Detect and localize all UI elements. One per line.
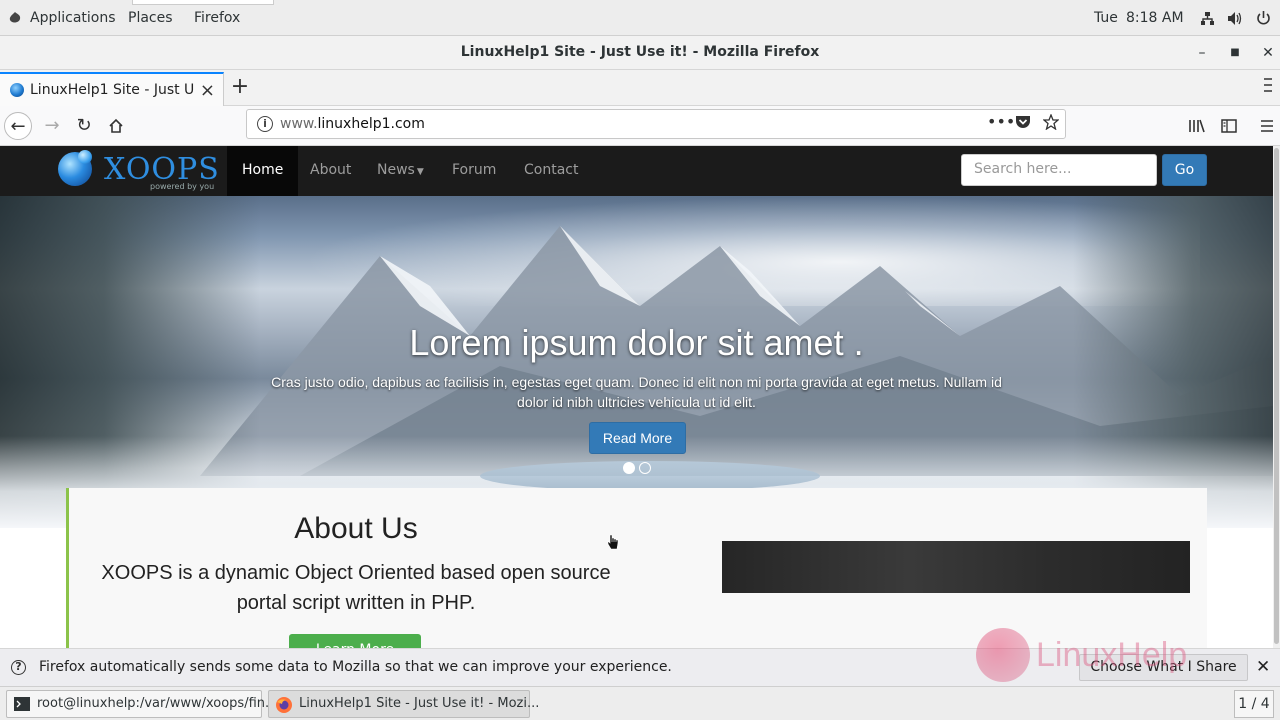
tab-title: LinuxHelp1 Site - Just Use it! (30, 82, 195, 98)
browser-tab[interactable]: LinuxHelp1 Site - Just Use it! × (0, 72, 224, 106)
nav-news-label: News (377, 162, 415, 178)
volume-icon[interactable] (1227, 11, 1243, 30)
maximize-icon[interactable]: ■ (1226, 44, 1244, 62)
terminal-icon (13, 696, 31, 712)
nav-toolbar: ← → ↻ i www.linuxhelp1.com ••• (0, 106, 1280, 146)
active-window-indicator (132, 0, 274, 5)
site-favicon-icon (10, 83, 24, 97)
carousel-dot-1[interactable] (623, 462, 635, 474)
nav-news[interactable]: News ▼ (377, 146, 424, 196)
site-search-input[interactable]: Search here... (961, 154, 1157, 186)
gnome-top-bar: Applications Places Firefox Tue 8:18 AM (0, 0, 1280, 36)
about-title: About Us (294, 512, 418, 545)
hand-cursor-icon (607, 534, 619, 550)
about-text: XOOPS is a dynamic Object Oriented based… (101, 562, 611, 614)
nav-about[interactable]: About (310, 146, 351, 196)
taskbar-item-label: root@linuxhelp:/var/www/xoops/fin... (37, 696, 278, 711)
sidebar-icon[interactable] (1215, 112, 1243, 140)
site-info-icon[interactable]: i (257, 116, 273, 132)
learn-more-button[interactable]: Learn More (289, 634, 421, 648)
tab-overflow-icon[interactable] (1262, 78, 1274, 102)
pocket-icon[interactable] (1015, 114, 1031, 134)
taskbar: root@linuxhelp:/var/www/xoops/fin... Lin… (0, 686, 1280, 720)
watermark-logo-icon (976, 628, 1030, 682)
active-app-menu[interactable]: Firefox (194, 10, 240, 26)
site-navbar: XOOPS powered by you Home About News ▼ Fo… (0, 146, 1273, 196)
home-icon[interactable] (102, 112, 130, 140)
back-icon[interactable]: ← (4, 112, 32, 140)
hero-carousel: Lorem ipsum dolor sit amet . Cras justo … (0, 196, 1273, 528)
power-icon[interactable] (1256, 10, 1271, 30)
taskbar-item-firefox[interactable]: LinuxHelp1 Site - Just Use it! - Mozi... (268, 690, 539, 718)
clock-day[interactable]: Tue (1094, 10, 1118, 26)
scrollbar-thumb[interactable] (1274, 148, 1279, 644)
applications-icon (8, 11, 22, 25)
firefox-icon (275, 696, 293, 713)
page-actions-icon[interactable]: ••• (987, 112, 1015, 131)
window-title: LinuxHelp1 Site - Just Use it! - Mozilla… (460, 44, 820, 60)
read-more-button[interactable]: Read More (589, 422, 686, 454)
carousel-dot-2[interactable] (639, 462, 651, 474)
nav-home[interactable]: Home (227, 146, 299, 196)
menu-hamburger-icon[interactable] (1253, 112, 1280, 140)
places-menu[interactable]: Places (128, 10, 173, 26)
about-section: About Us XOOPS is a dynamic Object Orien… (66, 488, 1207, 648)
close-window-icon[interactable]: ✕ (1259, 44, 1277, 62)
reload-icon[interactable]: ↻ (70, 112, 98, 140)
url-text[interactable]: www.linuxhelp1.com (280, 116, 425, 132)
watermark-text: LinuxHelp (1036, 636, 1188, 674)
logo-tagline: powered by you (150, 182, 215, 191)
tab-strip: LinuxHelp1 Site - Just Use it! × + (0, 70, 1280, 106)
forward-icon[interactable]: → (38, 112, 66, 140)
search-go-button[interactable]: Go (1162, 154, 1207, 186)
web-page: XOOPS powered by you Home About News ▼ Fo… (0, 146, 1273, 648)
taskbar-item-label: LinuxHelp1 Site - Just Use it! - Mozi... (299, 696, 540, 711)
question-icon: ? (11, 660, 26, 675)
library-icon[interactable] (1183, 112, 1211, 140)
taskbar-item-terminal[interactable]: root@linuxhelp:/var/www/xoops/fin... (6, 690, 277, 718)
xoops-logo-orb-icon (78, 150, 92, 164)
hero-text: Cras justo odio, dapibus ac facilisis in… (271, 374, 1002, 410)
new-tab-icon[interactable]: + (230, 74, 250, 99)
window-titlebar[interactable]: LinuxHelp1 Site - Just Use it! - Mozilla… (0, 36, 1280, 70)
network-icon[interactable] (1200, 11, 1215, 30)
applications-menu[interactable]: Applications (30, 10, 116, 26)
hero-title: Lorem ipsum dolor sit amet . (409, 322, 864, 363)
page-scrollbar[interactable] (1273, 146, 1280, 648)
caret-down-icon: ▼ (416, 167, 424, 177)
nav-forum[interactable]: Forum (452, 146, 496, 196)
workspace-pager[interactable]: 1 / 4 (1234, 690, 1274, 718)
about-video-placeholder[interactable] (722, 541, 1190, 593)
notification-message: Firefox automatically sends some data to… (39, 659, 672, 675)
nav-contact[interactable]: Contact (524, 146, 578, 196)
bookmark-star-icon[interactable] (1042, 113, 1060, 134)
close-notification-icon[interactable]: ✕ (1256, 657, 1270, 677)
minimize-icon[interactable]: – (1193, 44, 1211, 62)
linuxhelp-watermark: LinuxHelp (976, 628, 1236, 686)
address-bar[interactable]: i www.linuxhelp1.com ••• (246, 109, 1066, 139)
clock-time[interactable]: 8:18 AM (1126, 10, 1184, 26)
close-tab-icon[interactable]: × (200, 80, 215, 101)
